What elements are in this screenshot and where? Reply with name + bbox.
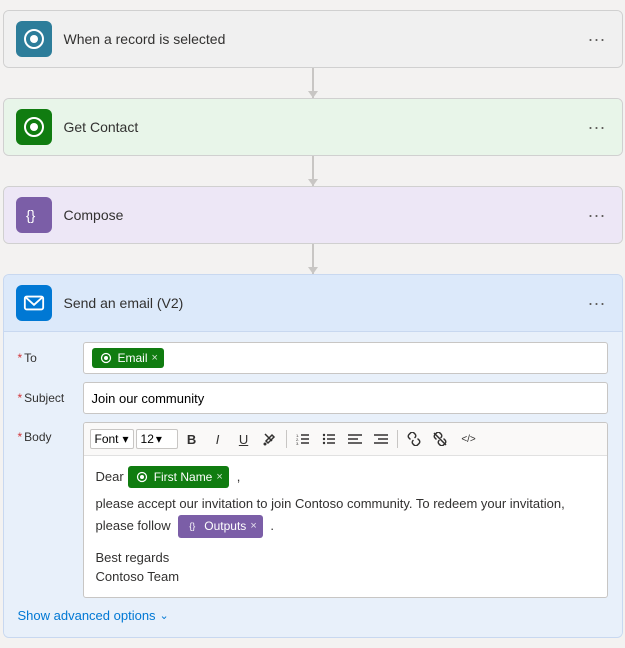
email-token-icon (98, 350, 114, 366)
getcontact-title: Get Contact (64, 119, 584, 135)
unordered-list-button[interactable] (317, 427, 341, 451)
email-token-label: Email (118, 351, 148, 365)
subject-required: * (18, 391, 23, 405)
to-label: *To (18, 351, 83, 365)
align-right-button[interactable] (369, 427, 393, 451)
subject-value: Join our community (92, 391, 205, 406)
show-advanced-options[interactable]: Show advanced options ⌄ (18, 608, 608, 623)
unlink-button[interactable] (428, 427, 452, 451)
step-getcontact: Get Contact ··· (3, 98, 623, 156)
email-token: Email × (92, 348, 164, 368)
step-trigger: When a record is selected ··· (3, 10, 623, 68)
step-compose-header: {} Compose ··· (4, 187, 622, 243)
sendemail-title: Send an email (V2) (64, 295, 584, 311)
font-label: Font (95, 432, 119, 446)
sendemail-body: *To Email × *Subject (4, 331, 622, 637)
firstname-token-remove[interactable]: × (216, 469, 222, 486)
body-required: * (18, 430, 23, 444)
html-button[interactable]: </> (454, 427, 484, 451)
body-salutation-line: Dear First Name × , (96, 466, 595, 488)
body-comma: , (237, 467, 241, 487)
to-field-row: *To Email × (18, 342, 608, 374)
toolbar-divider-2 (397, 430, 398, 448)
outputs-token: {} Outputs × (178, 515, 262, 538)
body-label: *Body (18, 422, 83, 444)
body-period: . (270, 518, 274, 533)
svg-text:{}: {} (26, 207, 36, 223)
connector-1 (312, 68, 314, 98)
getcontact-icon (16, 109, 52, 145)
firstname-token-label: First Name (154, 468, 213, 486)
size-chevron-icon: ▾ (156, 432, 162, 446)
toolbar-divider-1 (286, 430, 287, 448)
step-getcontact-header: Get Contact ··· (4, 99, 622, 155)
size-value: 12 (141, 432, 154, 446)
trigger-icon (16, 21, 52, 57)
body-text1: please accept our invitation to join Con… (96, 496, 565, 533)
firstname-token-icon (134, 469, 150, 485)
step-trigger-header: When a record is selected ··· (4, 11, 622, 67)
svg-text:3.: 3. (296, 441, 299, 445)
salutation-text: Dear (96, 467, 124, 487)
connector-3 (312, 244, 314, 274)
italic-button[interactable]: I (206, 427, 230, 451)
body-editor[interactable]: Font ▾ 12 ▾ B I U (83, 422, 608, 598)
body-toolbar: Font ▾ 12 ▾ B I U (84, 423, 607, 456)
body-field-row: *Body Font ▾ 12 ▾ B I (18, 422, 608, 598)
font-chevron-icon: ▾ (123, 432, 129, 446)
email-token-remove[interactable]: × (152, 352, 158, 364)
subject-input[interactable]: Join our community (83, 382, 608, 414)
body-closing: Best regards (96, 548, 595, 568)
connector-2 (312, 156, 314, 186)
ordered-list-button[interactable]: 1.2.3. (291, 427, 315, 451)
chevron-down-icon: ⌄ (160, 609, 169, 622)
trigger-more-button[interactable]: ··· (584, 25, 610, 54)
getcontact-more-button[interactable]: ··· (584, 113, 610, 142)
body-content: Dear First Name × , please acce (84, 456, 607, 597)
sendemail-more-button[interactable]: ··· (584, 289, 610, 318)
compose-more-button[interactable]: ··· (584, 201, 610, 230)
subject-label: *Subject (18, 391, 83, 405)
size-select[interactable]: 12 ▾ (136, 429, 178, 449)
outputs-token-remove[interactable]: × (250, 518, 256, 536)
flow-container: When a record is selected ··· Get Contac… (3, 10, 623, 638)
sendemail-icon (16, 285, 52, 321)
trigger-title: When a record is selected (64, 31, 584, 47)
to-required: * (18, 351, 23, 365)
outputs-token-icon: {} (184, 518, 200, 534)
compose-title: Compose (64, 207, 584, 223)
paint-button[interactable] (258, 427, 282, 451)
to-input[interactable]: Email × (83, 342, 608, 374)
align-left-button[interactable] (343, 427, 367, 451)
show-advanced-label: Show advanced options (18, 608, 156, 623)
bold-button[interactable]: B (180, 427, 204, 451)
outputs-token-label: Outputs (204, 517, 246, 536)
underline-button[interactable]: U (232, 427, 256, 451)
font-select[interactable]: Font ▾ (90, 429, 134, 449)
compose-icon: {} (16, 197, 52, 233)
body-text-line: please accept our invitation to join Con… (96, 494, 595, 538)
body-team: Contoso Team (96, 567, 595, 587)
step-sendemail: Send an email (V2) ··· *To Email × (3, 274, 623, 638)
step-compose: {} Compose ··· (3, 186, 623, 244)
subject-field-row: *Subject Join our community (18, 382, 608, 414)
firstname-token: First Name × (128, 466, 229, 488)
link-button[interactable] (402, 427, 426, 451)
step-sendemail-header: Send an email (V2) ··· (4, 275, 622, 331)
